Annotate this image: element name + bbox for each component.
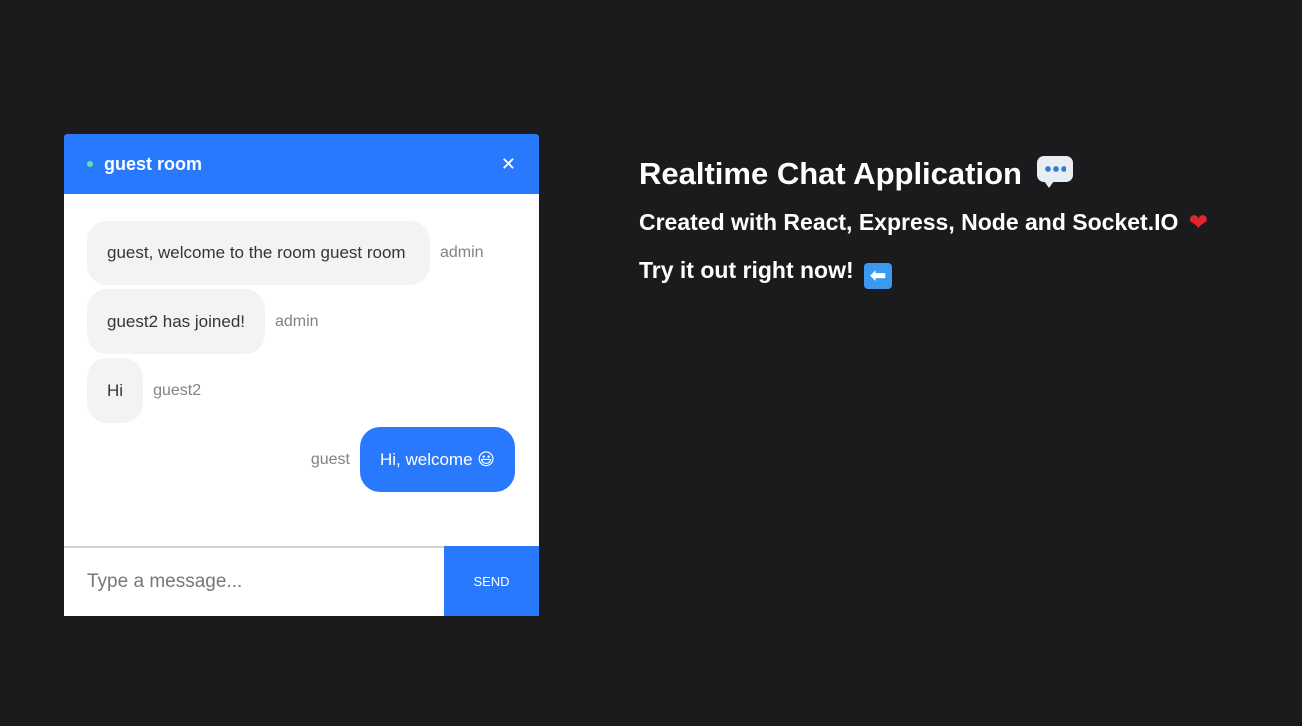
- message-bubble: guest, welcome to the room guest room: [87, 221, 430, 285]
- app-subtitle: Created with React, Express, Node and So…: [639, 209, 1209, 235]
- own-message-bubble: Hi, welcome 😃: [359, 427, 515, 492]
- message-list[interactable]: guest, welcome to the room guest room ad…: [64, 194, 539, 545]
- heart-icon: ❤: [1188, 209, 1209, 235]
- message-row: guest2 has joined! admin: [87, 289, 515, 354]
- app-title: Realtime Chat Application: [639, 150, 1208, 198]
- send-button[interactable]: send: [444, 546, 539, 616]
- page: guest room ✕ guest, welcome to the room …: [0, 0, 1302, 726]
- online-status-icon: [87, 161, 93, 167]
- message-row: Hi guest2: [87, 358, 515, 423]
- message-row: guest, welcome to the room guest room ad…: [87, 221, 515, 285]
- message-input[interactable]: [64, 548, 444, 616]
- message-sender: guest2: [153, 381, 202, 399]
- chat-window: guest room ✕ guest, welcome to the room …: [64, 134, 539, 616]
- message-sender: admin: [440, 244, 484, 261]
- message-bubble: Hi: [87, 358, 144, 423]
- left-arrow-icon: ⬅: [864, 263, 893, 289]
- own-message-row: guest Hi, welcome 😃: [87, 427, 515, 492]
- call-to-action: Try it out right now! ⬅: [639, 246, 1208, 294]
- room-name: guest room: [104, 153, 203, 174]
- message-sender: admin: [275, 312, 319, 330]
- info-panel: Realtime Chat Application Created with R…: [639, 150, 1208, 294]
- chat-header: guest room ✕: [64, 134, 539, 194]
- message-input-bar: send: [64, 546, 539, 616]
- close-button[interactable]: ✕: [501, 155, 516, 173]
- speech-bubble-icon: [1036, 156, 1073, 188]
- message-sender: guest: [310, 450, 350, 468]
- message-bubble: guest2 has joined!: [87, 289, 265, 354]
